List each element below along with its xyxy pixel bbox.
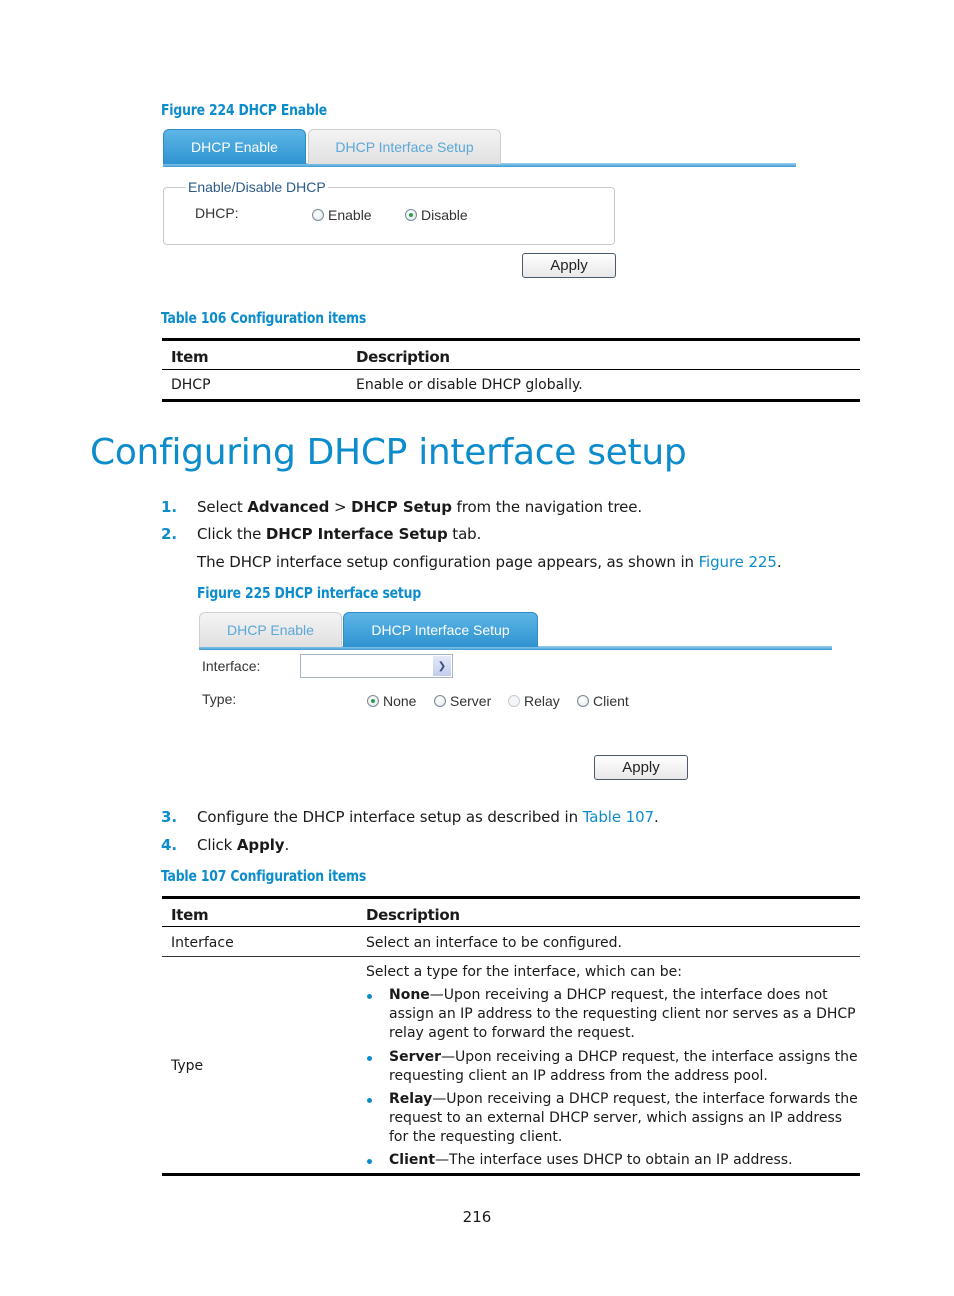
table-rule-bottom bbox=[162, 1173, 860, 1176]
tab-dhcp-enable[interactable]: DHCP Enable bbox=[163, 129, 306, 164]
radio-none-label: None bbox=[383, 693, 417, 709]
dhcp-label: DHCP: bbox=[195, 205, 239, 221]
table-cell-intro: Select a type for the interface, which c… bbox=[366, 964, 682, 980]
step-2-number: 2. bbox=[161, 525, 178, 543]
table-rule-top bbox=[162, 896, 860, 899]
apply-button[interactable]: Apply bbox=[522, 253, 616, 278]
radio-client-circle[interactable] bbox=[577, 695, 589, 707]
radio-enable-circle[interactable] bbox=[312, 209, 324, 221]
figure-224-tabbar: DHCP Enable DHCP Interface Setup bbox=[163, 129, 796, 167]
table-rule-header bbox=[162, 369, 860, 370]
figure-225-link[interactable]: Figure 225 bbox=[699, 553, 777, 571]
fieldset-legend: Enable/Disable DHCP bbox=[186, 179, 328, 195]
radio-none[interactable]: None bbox=[367, 693, 416, 709]
table-rule-bottom bbox=[162, 399, 860, 402]
figure-224-caption: Figure 224 DHCP Enable bbox=[161, 101, 328, 119]
radio-disable-circle[interactable] bbox=[405, 209, 417, 221]
figure-225-caption: Figure 225 DHCP interface setup bbox=[197, 584, 422, 602]
figure-225-tabbar: DHCP Enable DHCP Interface Setup bbox=[199, 612, 832, 650]
table-106: Item Description DHCP Enable or disable … bbox=[162, 338, 860, 402]
table-header-item: Item bbox=[171, 906, 209, 924]
radio-client[interactable]: Client bbox=[577, 693, 629, 709]
bullet-text: Client—The interface uses DHCP to obtain… bbox=[389, 1152, 793, 1168]
table-rule-row bbox=[162, 956, 860, 957]
apply-button[interactable]: Apply bbox=[594, 755, 688, 780]
radio-none-circle[interactable] bbox=[367, 695, 379, 707]
chevron-down-icon[interactable]: ❯ bbox=[433, 656, 451, 676]
bullet-icon bbox=[367, 1098, 372, 1103]
radio-enable-label: Enable bbox=[328, 207, 372, 223]
page-number: 216 bbox=[462, 1208, 492, 1226]
bullet-icon bbox=[367, 1159, 372, 1164]
step-2-note: The DHCP interface setup configuration p… bbox=[197, 553, 782, 571]
tab-dhcp-interface-setup[interactable]: DHCP Interface Setup bbox=[343, 612, 538, 647]
table-cell-item: DHCP bbox=[171, 377, 211, 393]
table-107-caption: Table 107 Configuration items bbox=[161, 867, 367, 885]
radio-disable-label: Disable bbox=[421, 207, 468, 223]
bullet-text: Server—Upon receiving a DHCP request, th… bbox=[389, 1049, 858, 1084]
interface-select[interactable]: ❯ bbox=[300, 654, 453, 678]
tab-dhcp-interface-setup[interactable]: DHCP Interface Setup bbox=[308, 129, 501, 164]
type-label: Type: bbox=[202, 691, 237, 707]
bullet-icon bbox=[367, 1056, 372, 1061]
table-106-caption: Table 106 Configuration items bbox=[161, 309, 367, 327]
radio-server[interactable]: Server bbox=[434, 693, 491, 709]
radio-relay-label: Relay bbox=[524, 693, 560, 709]
step-3-number: 3. bbox=[161, 808, 178, 826]
bullet-text: None—Upon receiving a DHCP request, the … bbox=[389, 987, 856, 1041]
step-4-number: 4. bbox=[161, 836, 178, 854]
table-rule-top bbox=[162, 338, 860, 341]
step-2-text: Click the DHCP Interface Setup tab. bbox=[197, 525, 482, 543]
table-cell-item: Interface bbox=[171, 935, 234, 951]
radio-server-label: Server bbox=[450, 693, 492, 709]
radio-relay[interactable]: Relay bbox=[508, 693, 560, 709]
table-header-item: Item bbox=[171, 348, 209, 366]
table-header-description: Description bbox=[366, 906, 460, 924]
interface-label: Interface: bbox=[202, 658, 261, 674]
section-heading: Configuring DHCP interface setup bbox=[90, 432, 687, 473]
radio-client-label: Client bbox=[593, 693, 629, 709]
step-1-text: Select Advanced > DHCP Setup from the na… bbox=[197, 498, 643, 516]
radio-server-circle[interactable] bbox=[434, 695, 446, 707]
table-cell-description: Enable or disable DHCP globally. bbox=[356, 377, 583, 393]
table-107-link[interactable]: Table 107 bbox=[583, 808, 654, 826]
table-rule-header bbox=[162, 926, 860, 927]
radio-disable[interactable]: Disable bbox=[405, 207, 468, 223]
bullet-icon bbox=[367, 994, 372, 999]
table-header-description: Description bbox=[356, 348, 450, 366]
step-4-text: Click Apply. bbox=[197, 836, 290, 854]
table-cell-item: Type bbox=[171, 1058, 204, 1074]
table-cell-description: Select an interface to be configured. bbox=[366, 935, 622, 951]
bullet-text: Relay—Upon receiving a DHCP request, the… bbox=[389, 1091, 858, 1145]
radio-relay-circle[interactable] bbox=[508, 695, 520, 707]
radio-enable[interactable]: Enable bbox=[312, 207, 372, 223]
step-1-number: 1. bbox=[161, 498, 178, 516]
step-3-text: Configure the DHCP interface setup as de… bbox=[197, 808, 659, 826]
tab-dhcp-enable[interactable]: DHCP Enable bbox=[199, 612, 342, 647]
